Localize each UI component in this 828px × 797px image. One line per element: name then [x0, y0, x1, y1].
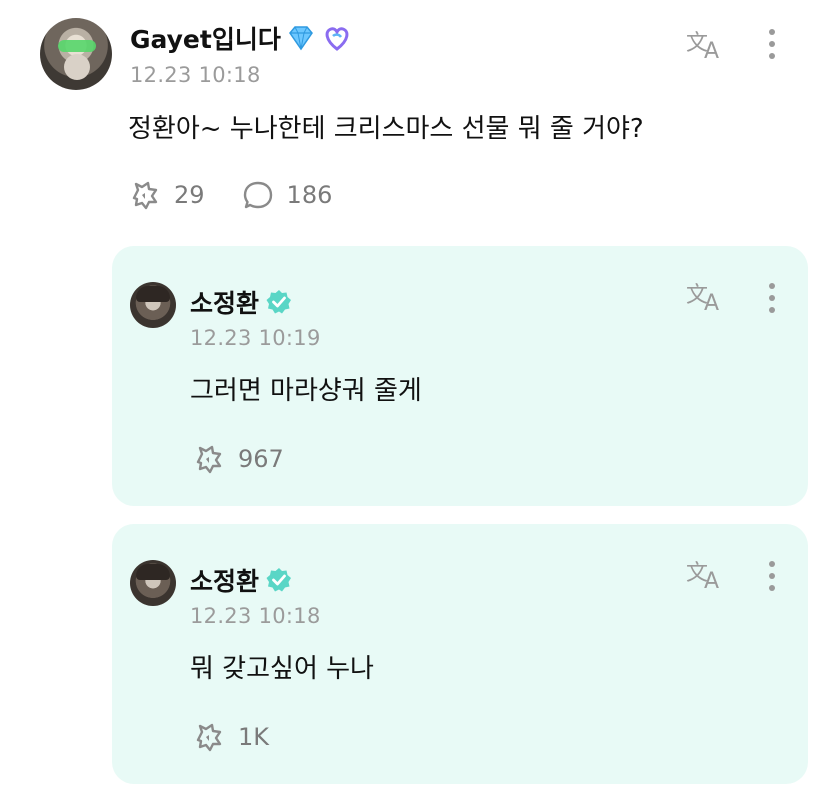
reply-text: 뭐 갖고싶어 누나 — [190, 654, 374, 684]
author-name: Gayet입니다 — [130, 25, 281, 54]
main-post: Gayet입니다 12.23 10:18 文 A 정환아~ 누나한테 크리스마스… — [0, 0, 828, 240]
svg-text:A: A — [704, 39, 719, 62]
reply-stats: 1K — [192, 720, 269, 754]
comment-button[interactable]: 186 — [241, 178, 333, 212]
heart-badge-icon — [321, 23, 353, 53]
svg-text:A: A — [704, 569, 719, 592]
reply-card[interactable]: 소정환 12.23 10:19 文 A 그러면 마라샹궈 줄게 967 — [112, 246, 808, 506]
like-count: 29 — [174, 181, 205, 209]
reply-time: 12.23 10:19 — [190, 326, 321, 350]
reply-text: 그러면 마라샹궈 줄게 — [190, 376, 422, 406]
translate-icon[interactable]: 文 A — [684, 278, 726, 314]
post-time: 12.23 10:18 — [130, 63, 261, 87]
translate-icon[interactable]: 文 A — [684, 556, 726, 592]
diamond-icon — [285, 23, 317, 53]
post-text: 정환아~ 누나한테 크리스마스 선물 뭐 줄 거야? — [128, 114, 644, 144]
comment-count: 186 — [286, 181, 333, 209]
avatar[interactable] — [130, 282, 176, 328]
avatar-face — [64, 54, 90, 80]
more-options-icon[interactable] — [766, 280, 778, 316]
like-icon — [192, 720, 226, 754]
post-author[interactable]: Gayet입니다 — [130, 20, 353, 56]
translate-icon[interactable]: 文 A — [684, 26, 726, 62]
like-count: 1K — [238, 723, 270, 751]
like-icon — [192, 442, 226, 476]
avatar-hair — [136, 286, 170, 302]
post-stats: 29 186 — [128, 178, 332, 212]
comment-icon — [241, 178, 275, 212]
reply-card[interactable]: 소정환 12.23 10:18 文 A 뭐 갖고싶어 누나 1K — [112, 524, 808, 784]
like-button[interactable]: 967 — [192, 442, 284, 476]
author-name: 소정환 — [190, 289, 260, 318]
svg-text:A: A — [704, 291, 719, 314]
avatar-glasses — [58, 40, 96, 52]
more-options-icon[interactable] — [766, 26, 778, 62]
verified-badge-icon — [265, 288, 293, 316]
avatar[interactable] — [130, 560, 176, 606]
like-button[interactable]: 1K — [192, 720, 269, 754]
author-name: 소정환 — [190, 567, 260, 596]
verified-badge-icon — [265, 566, 293, 594]
more-options-icon[interactable] — [766, 558, 778, 594]
reply-author[interactable]: 소정환 — [190, 562, 293, 598]
avatar-hair — [136, 564, 170, 580]
like-button[interactable]: 29 — [128, 178, 205, 212]
like-count: 967 — [238, 445, 284, 473]
like-icon — [128, 178, 162, 212]
post-thread: Gayet입니다 12.23 10:18 文 A 정환아~ 누나한테 크리스마스… — [0, 0, 828, 797]
reply-time: 12.23 10:18 — [190, 604, 321, 628]
reply-author[interactable]: 소정환 — [190, 284, 293, 320]
avatar[interactable] — [40, 18, 112, 90]
reply-stats: 967 — [192, 442, 284, 476]
